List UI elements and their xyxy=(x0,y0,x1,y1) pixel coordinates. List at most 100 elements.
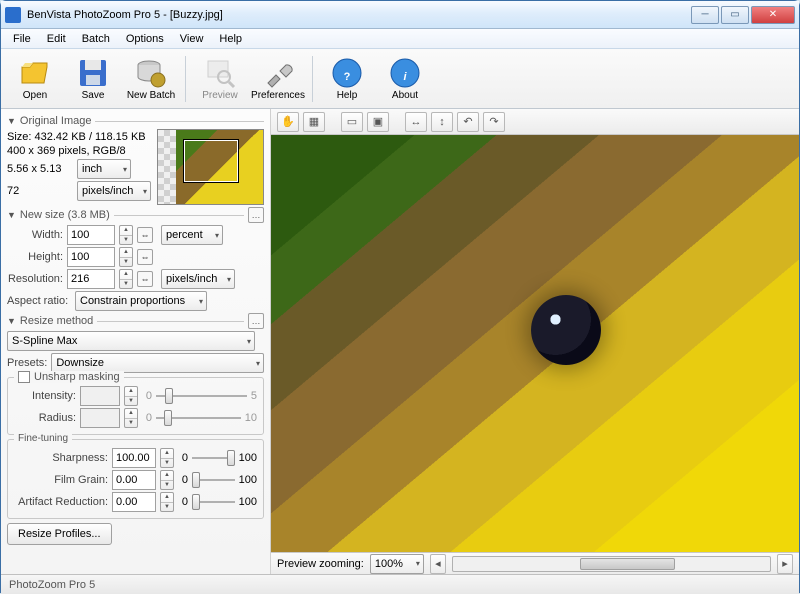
flip-h-button[interactable]: ↔ xyxy=(405,112,427,132)
maximize-button[interactable]: ▭ xyxy=(721,6,749,24)
height-spinner[interactable]: ▲▼ xyxy=(119,247,133,267)
magnifier-icon xyxy=(204,57,236,89)
menu-options[interactable]: Options xyxy=(118,31,172,47)
marquee-tool-button[interactable]: ▦ xyxy=(303,112,325,132)
menubar: File Edit Batch Options View Help xyxy=(1,29,799,49)
original-size: Size: 432.42 KB / 118.15 KB xyxy=(7,131,146,143)
height-input[interactable]: 100 xyxy=(67,247,115,267)
width-lock-icon[interactable]: ⇔ xyxy=(137,227,153,243)
method-select[interactable]: S-Spline Max xyxy=(7,331,255,351)
actual-button[interactable]: ▣ xyxy=(367,112,389,132)
newbatch-button[interactable]: New Batch xyxy=(123,51,179,107)
save-label: Save xyxy=(82,90,105,101)
height-lock-icon[interactable]: ⇔ xyxy=(137,249,153,265)
menu-view[interactable]: View xyxy=(172,31,212,47)
resunit-select[interactable]: pixels/inch xyxy=(77,181,151,201)
preview-image xyxy=(531,295,601,365)
intensity-label: Intensity: xyxy=(14,390,76,402)
res-spinner[interactable]: ▲▼ xyxy=(119,269,133,289)
sharpness-input[interactable]: 100.00 xyxy=(112,448,156,468)
finetune-group: Fine-tuning Sharpness:100.00▲▼0100 Film … xyxy=(7,439,264,519)
menu-help[interactable]: Help xyxy=(211,31,250,47)
aspect-select[interactable]: Constrain proportions xyxy=(75,291,207,311)
crop-rect[interactable] xyxy=(184,140,238,182)
minimize-button[interactable]: ─ xyxy=(691,6,719,24)
res-lock-icon[interactable]: ⇔ xyxy=(137,271,153,287)
preview-toolbar: ✋ ▦ ▭ ▣ ↔ ↕ ↶ ↷ xyxy=(271,109,799,135)
radius-input[interactable] xyxy=(80,408,120,428)
preview-footer: Preview zooming: 100% ◂ ▸ xyxy=(271,552,799,574)
collapse-icon: ▼ xyxy=(7,116,16,126)
svg-text:?: ? xyxy=(344,71,351,83)
preferences-button[interactable]: Preferences xyxy=(250,51,306,107)
preset-select[interactable]: Downsize xyxy=(51,353,264,373)
radius-slider[interactable] xyxy=(156,409,241,427)
width-input[interactable]: 100 xyxy=(67,225,115,245)
save-button[interactable]: Save xyxy=(65,51,121,107)
artifact-input[interactable]: 0.00 xyxy=(112,492,156,512)
radius-spinner[interactable]: ▲▼ xyxy=(124,408,138,428)
newsize-more-button[interactable]: … xyxy=(248,207,264,223)
menu-file[interactable]: File xyxy=(5,31,39,47)
original-phys: 5.56 x 5.13 xyxy=(7,163,73,175)
grain-slider[interactable] xyxy=(192,471,235,489)
artifact-label: Artifact Reduction: xyxy=(14,496,108,508)
intensity-input[interactable] xyxy=(80,386,120,406)
zoom-select[interactable]: 100% xyxy=(370,554,424,574)
tools-icon xyxy=(262,57,294,89)
intensity-slider[interactable] xyxy=(156,387,247,405)
preview-pane: ✋ ▦ ▭ ▣ ↔ ↕ ↶ ↷ Preview zooming: 100% ◂ … xyxy=(271,109,799,574)
fit-button[interactable]: ▭ xyxy=(341,112,363,132)
folder-open-icon xyxy=(19,57,51,89)
width-spinner[interactable]: ▲▼ xyxy=(119,225,133,245)
close-button[interactable]: ✕ xyxy=(751,6,795,24)
preview-label: Preview xyxy=(202,90,238,101)
sharpness-slider[interactable] xyxy=(192,449,235,467)
resize-profiles-button[interactable]: Resize Profiles... xyxy=(7,523,112,545)
scroll-right-button[interactable]: ▸ xyxy=(777,554,793,574)
intensity-spinner[interactable]: ▲▼ xyxy=(124,386,138,406)
rotate-ccw-button[interactable]: ↶ xyxy=(457,112,479,132)
sharpness-spinner[interactable]: ▲▼ xyxy=(160,448,174,468)
preview-canvas[interactable] xyxy=(271,135,799,552)
radius-label: Radius: xyxy=(14,412,76,424)
open-button[interactable]: Open xyxy=(7,51,63,107)
collapse-icon: ▼ xyxy=(7,316,16,326)
about-button[interactable]: iAbout xyxy=(377,51,433,107)
width-label: Width: xyxy=(7,229,63,241)
menu-edit[interactable]: Edit xyxy=(39,31,74,47)
artifact-slider[interactable] xyxy=(192,493,235,511)
rotate-cw-button[interactable]: ↷ xyxy=(483,112,505,132)
help-button[interactable]: ? Help xyxy=(319,51,375,107)
resunit-select2[interactable]: pixels/inch xyxy=(161,269,235,289)
height-label: Height: xyxy=(7,251,63,263)
res-input[interactable]: 216 xyxy=(67,269,115,289)
original-header[interactable]: ▼Original Image xyxy=(7,115,264,127)
grain-spinner[interactable]: ▲▼ xyxy=(160,470,174,490)
artifact-spinner[interactable]: ▲▼ xyxy=(160,492,174,512)
resize-more-button[interactable]: … xyxy=(248,313,264,329)
aspect-label: Aspect ratio: xyxy=(7,295,71,307)
hand-tool-button[interactable]: ✋ xyxy=(277,112,299,132)
toolbar-separator xyxy=(185,56,186,102)
menu-batch[interactable]: Batch xyxy=(74,31,118,47)
unsharp-checkbox[interactable] xyxy=(18,371,30,383)
flip-v-button[interactable]: ↕ xyxy=(431,112,453,132)
resize-header[interactable]: ▼Resize method… xyxy=(7,313,264,329)
res-label: Resolution: xyxy=(7,273,63,285)
size-unit-select[interactable]: percent xyxy=(161,225,223,245)
sharpness-label: Sharpness: xyxy=(14,452,108,464)
help-label: Help xyxy=(337,90,358,101)
grain-input[interactable]: 0.00 xyxy=(112,470,156,490)
original-dims: 400 x 369 pixels, RGB/8 xyxy=(7,145,126,157)
presets-label: Presets: xyxy=(7,357,47,369)
horizontal-scrollbar[interactable] xyxy=(452,556,771,572)
newsize-header[interactable]: ▼New size (3.8 MB)… xyxy=(7,207,264,223)
scroll-left-button[interactable]: ◂ xyxy=(430,554,446,574)
toolbar: Open Save New Batch Preview Preferences … xyxy=(1,49,799,109)
newbatch-label: New Batch xyxy=(127,90,175,101)
thumbnail[interactable] xyxy=(157,129,264,205)
unsharp-group: Unsharp masking Intensity:▲▼05 Radius:▲▼… xyxy=(7,377,264,435)
unit-select[interactable]: inch xyxy=(77,159,131,179)
preview-button[interactable]: Preview xyxy=(192,51,248,107)
